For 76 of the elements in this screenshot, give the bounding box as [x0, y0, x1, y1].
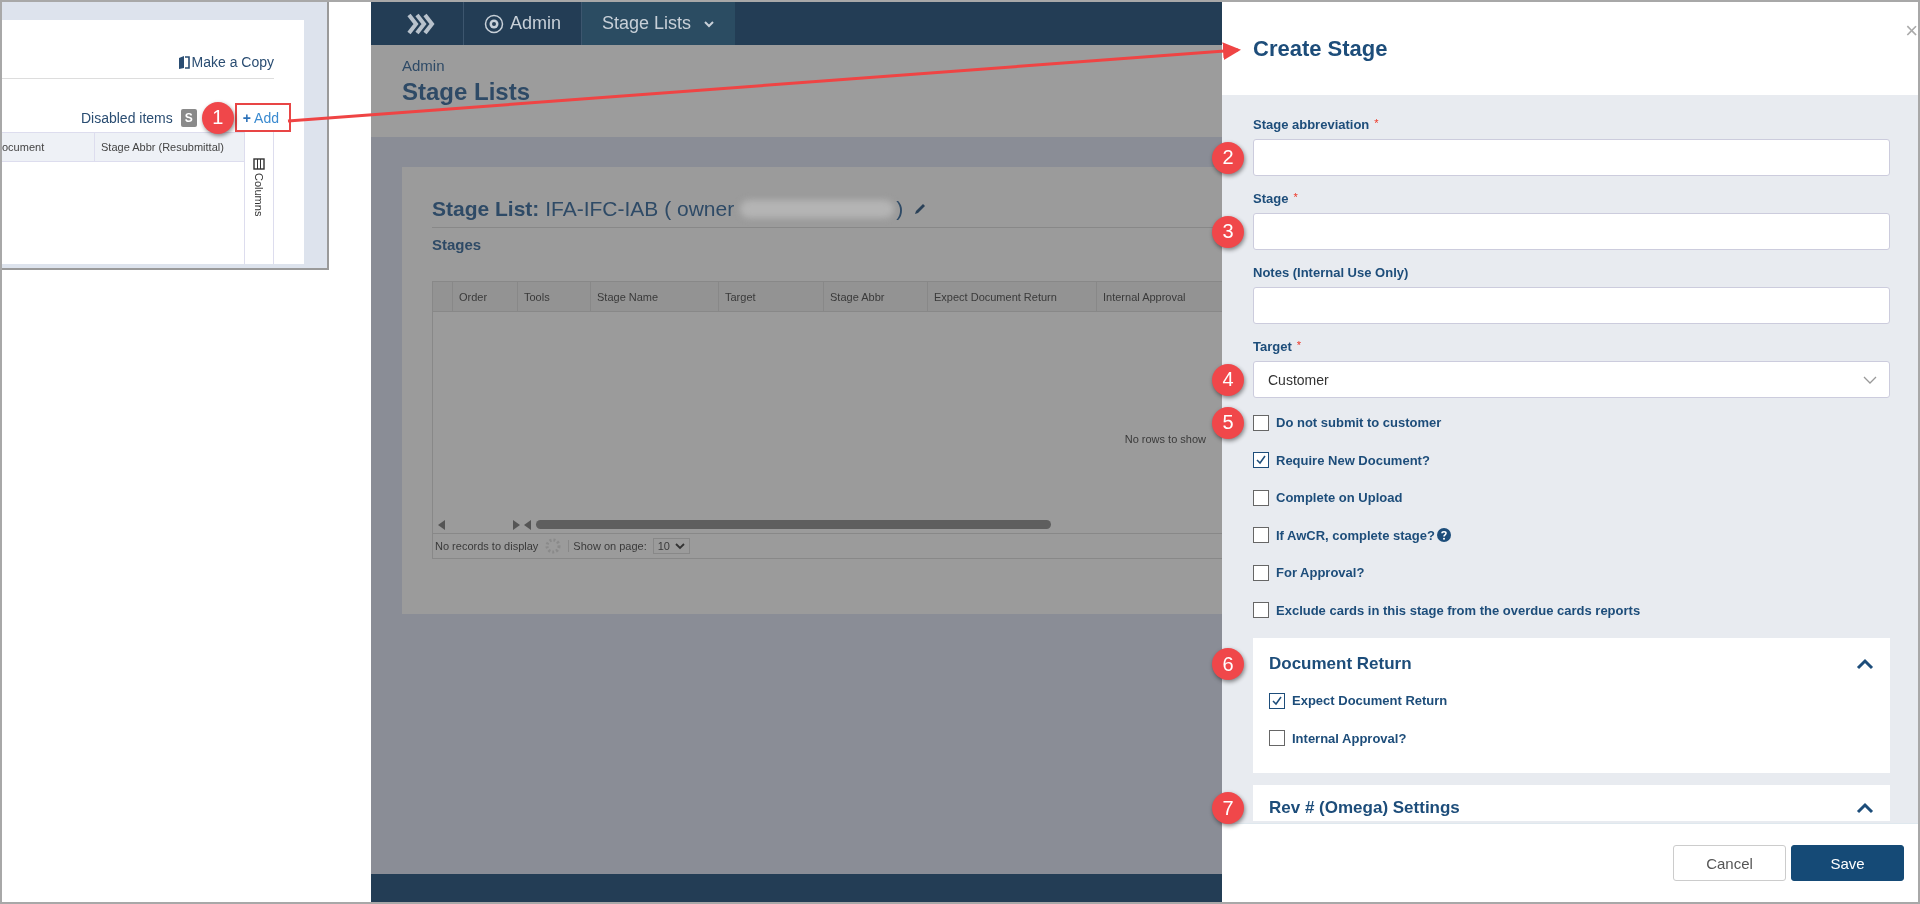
checkbox[interactable] [1253, 564, 1269, 581]
copy-icon [176, 54, 190, 70]
chevron-down-icon [1863, 374, 1877, 385]
column-header: Stage Abbr (Resubmittal) [94, 133, 230, 161]
checkbox-label: Internal Approval? [1292, 730, 1407, 746]
disabled-items-label: Disabled items [80, 109, 173, 126]
checkbox[interactable] [1269, 692, 1285, 709]
breadcrumb-tab[interactable]: Stage Lists [581, 2, 736, 45]
checkbox-label: For Approval? [1276, 565, 1365, 581]
section-title: Rev # (Omega) Settings [1269, 798, 1460, 818]
checkbox-label: Do not submit to customer [1276, 415, 1442, 431]
callout-marker: 2 [1212, 141, 1244, 174]
select-field[interactable]: Customer [1253, 361, 1890, 398]
column-header: Stage Name [591, 282, 719, 311]
column-header: ocument [2, 140, 46, 155]
stage-list-heading: Stage List: IFA-IFC-IAB ( owner [432, 197, 735, 221]
cancel-button[interactable]: Cancel [1673, 845, 1786, 881]
page-size-select[interactable]: 10 [652, 538, 690, 554]
gear-icon [484, 13, 504, 34]
scroll-left-icon [436, 518, 447, 531]
text-input-field[interactable] [1253, 213, 1890, 250]
page-title: Stage Lists [402, 78, 532, 106]
required-mark: * [1296, 339, 1302, 351]
column-header: Order [453, 282, 518, 311]
required-mark: * [1293, 191, 1298, 203]
checkbox[interactable] [1253, 602, 1269, 619]
section-title: Stages [432, 236, 483, 253]
chevron-down-icon [703, 18, 716, 29]
scrollbar-thumb[interactable] [536, 520, 1051, 529]
checkbox[interactable] [1253, 527, 1269, 544]
breadcrumb-label: Admin [402, 57, 446, 74]
columns-tab[interactable]: Columns [244, 132, 274, 264]
checkbox[interactable] [1253, 452, 1269, 469]
field-label: Notes (Internal Use Only) [1253, 265, 1409, 280]
panel-title: Create Stage [1253, 35, 1388, 62]
text-input-field[interactable] [1253, 139, 1890, 176]
checkbox-label: Complete on Upload [1276, 490, 1403, 506]
field-label: Stage [1253, 191, 1289, 206]
checkbox[interactable] [1253, 489, 1269, 506]
checkbox-label: Require New Document? [1276, 452, 1430, 468]
heading-paren: ) [896, 197, 904, 221]
callout-marker: 3 [1212, 215, 1244, 248]
help-icon [1436, 528, 1451, 543]
column-header: Stage Abbr [824, 282, 928, 311]
count-badge: S [180, 108, 197, 127]
checkbox-label: Exclude cards in this stage from the overdue cards reports [1276, 602, 1641, 618]
chevron-down-icon [674, 542, 685, 550]
make-copy-link[interactable]: Make a Copy [176, 46, 274, 78]
add-button[interactable]: + Add [234, 103, 291, 132]
save-button[interactable]: Save [1791, 845, 1904, 881]
section-title: Document Return [1269, 654, 1412, 674]
columns-icon [253, 158, 265, 170]
callout-marker: 5 [1212, 406, 1244, 439]
checkbox[interactable] [1269, 730, 1285, 747]
column-header: Target [719, 282, 824, 311]
page-size-label: Show on page: [568, 540, 647, 552]
checkbox[interactable] [1253, 414, 1269, 431]
callout-marker: 7 [1212, 792, 1244, 824]
callout-marker: 1 [201, 101, 234, 134]
field-label: Stage abbreviation [1253, 117, 1370, 132]
callout-marker: 4 [1212, 363, 1244, 396]
column-header: Tools [518, 282, 591, 311]
pencil-icon [913, 202, 928, 216]
column-header: Internal Approval [1102, 290, 1187, 305]
empty-message: No rows to show [1124, 433, 1206, 445]
text-input-field[interactable] [1253, 287, 1890, 324]
column-header: Expect Document Return [928, 282, 1097, 311]
callout-marker: 6 [1212, 648, 1244, 680]
checkbox-label: If AwCR, complete stage? [1276, 527, 1435, 543]
field-label: Target [1253, 339, 1292, 354]
logo-icon [407, 12, 435, 35]
checkbox-label: Expect Document Return [1292, 693, 1448, 709]
scroll-left-icon [522, 518, 533, 531]
scroll-right-icon [511, 518, 522, 531]
records-label: No records to display [435, 540, 539, 552]
required-mark: * [1374, 117, 1379, 129]
